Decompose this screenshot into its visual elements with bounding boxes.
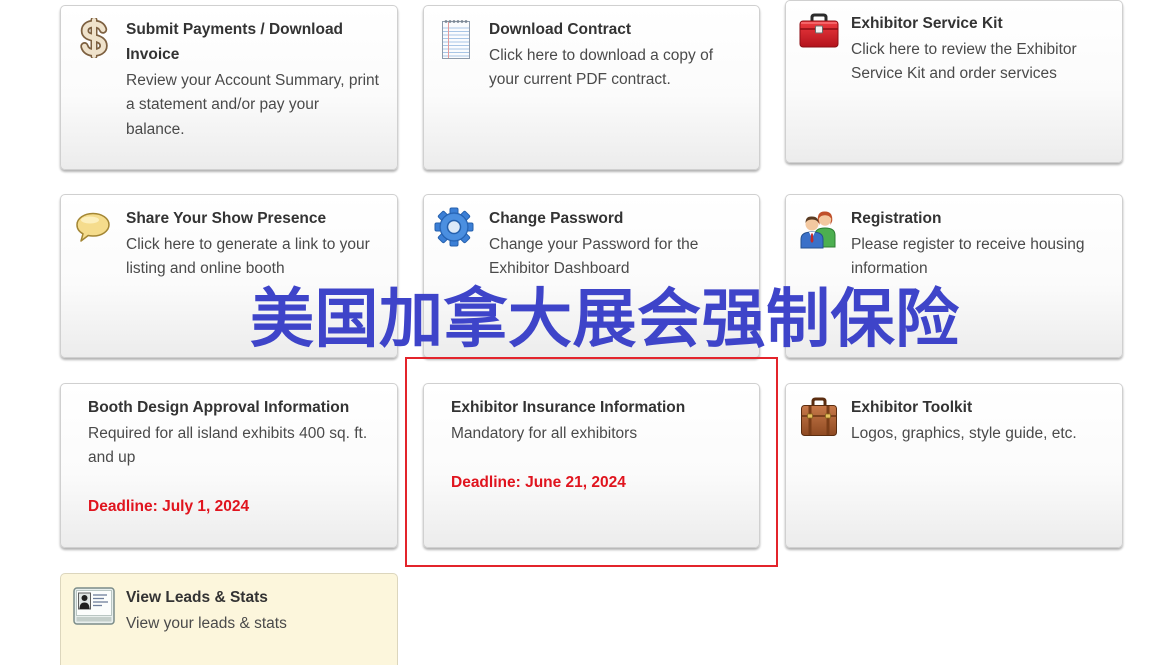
card-description: Required for all island exhibits 400 sq.… <box>88 422 391 471</box>
card-description: Click here to generate a link to your li… <box>126 233 391 282</box>
card-title-line: Change Password <box>489 210 624 227</box>
card-description: Logos, graphics, style guide, etc. <box>851 422 1116 447</box>
card-view-leads-stats[interactable]: View Leads & Stats View your leads & sta… <box>60 573 398 665</box>
card-description: Change your Password for the Exhibitor D… <box>489 233 753 282</box>
card-title-line: Exhibitor Service Kit <box>851 15 1003 32</box>
card-title: Exhibitor Toolkit <box>851 395 1116 420</box>
card-description-line: Change your Password for the <box>489 235 699 253</box>
briefcase-icon <box>800 397 838 437</box>
card-title-line: View Leads & Stats <box>126 589 268 606</box>
card-description-line: View your leads & stats <box>126 614 287 632</box>
id-card-icon <box>73 586 115 626</box>
overlay-caption: 美国加拿大展会强制保险 <box>250 282 960 357</box>
card-description-line: Logos, graphics, style guide, etc. <box>851 424 1077 442</box>
card-text: Share Your Show Presence Click here to g… <box>126 206 391 282</box>
card-text: View Leads & Stats View your leads & sta… <box>126 585 391 636</box>
card-title-line: Booth Design Approval Information <box>88 399 350 416</box>
card-title: Change Password <box>489 206 753 231</box>
card-description-line: Exhibitor Dashboard <box>489 260 630 277</box>
card-title: Registration <box>851 206 1116 231</box>
card-description-line: Please register to receive housing <box>851 235 1085 253</box>
toolbox-icon <box>798 13 840 49</box>
card-exhibitor-toolkit[interactable]: Exhibitor Toolkit Logos, graphics, style… <box>785 383 1123 548</box>
speech-bubble-icon <box>75 211 111 243</box>
deadline-text: Deadline: July 1, 2024 <box>88 498 250 515</box>
people-icon <box>798 207 840 249</box>
card-description-line: Review your Account Summary, print <box>126 71 379 89</box>
highlight-box <box>405 357 778 567</box>
card-title: Share Your Show Presence <box>126 206 391 231</box>
card-description-line: Service Kit and order services <box>851 65 1057 82</box>
card-title-line: Registration <box>851 210 942 227</box>
card-description-line: Click here to review the Exhibitor <box>851 40 1077 58</box>
card-download-contract[interactable]: Download Contract Click here to download… <box>423 5 760 170</box>
dollar-sign-icon <box>77 18 111 58</box>
card-title-line: Exhibitor Toolkit <box>851 399 973 416</box>
card-description-line: Click here to generate a link to your <box>126 235 370 253</box>
card-title: Booth Design Approval Information <box>88 395 391 420</box>
card-description-line: your current PDF contract. <box>489 71 671 88</box>
card-description-line: Required for all island exhibits 400 sq.… <box>88 424 368 442</box>
card-description: Click here to review the Exhibitor Servi… <box>851 38 1116 87</box>
card-description: Please register to receive housing infor… <box>851 233 1116 282</box>
card-description-line: listing and online booth <box>126 260 285 277</box>
card-title: Exhibitor Service Kit <box>851 11 1116 36</box>
card-description: Review your Account Summary, print a sta… <box>126 69 391 143</box>
card-exhibitor-service-kit[interactable]: Exhibitor Service Kit Click here to revi… <box>785 0 1123 163</box>
document-icon <box>440 18 472 60</box>
card-text: Download Contract Click here to download… <box>489 17 753 93</box>
card-text: Booth Design Approval Information Requir… <box>88 395 391 520</box>
card-title-line: Submit Payments / Download <box>126 21 344 38</box>
card-description: View your leads & stats <box>126 612 391 637</box>
card-title-line: Invoice <box>126 46 180 63</box>
card-description-line: information <box>851 260 928 277</box>
card-title: View Leads & Stats <box>126 585 391 610</box>
card-title: Download Contract <box>489 17 753 42</box>
card-description-line: and up <box>88 449 136 466</box>
card-text: Registration Please register to receive … <box>851 206 1116 282</box>
card-title-line: Download Contract <box>489 21 632 38</box>
card-description-line: a statement and/or pay your <box>126 96 320 113</box>
card-text: Submit Payments / Download Invoice Revie… <box>126 17 391 142</box>
card-title: Submit Payments / Download Invoice <box>126 17 391 67</box>
card-description-line: balance. <box>126 120 185 138</box>
card-booth-design-approval[interactable]: Booth Design Approval Information Requir… <box>60 383 398 548</box>
card-title-line: Share Your Show Presence <box>126 210 327 227</box>
card-text: Exhibitor Toolkit Logos, graphics, style… <box>851 395 1116 446</box>
card-description-line: Click here to download a copy of <box>489 46 714 64</box>
card-text: Change Password Change your Password for… <box>489 206 753 282</box>
card-description: Click here to download a copy of your cu… <box>489 44 753 93</box>
card-submit-payments[interactable]: Submit Payments / Download Invoice Revie… <box>60 5 398 170</box>
card-text: Exhibitor Service Kit Click here to revi… <box>851 11 1116 87</box>
gear-icon <box>434 207 474 247</box>
